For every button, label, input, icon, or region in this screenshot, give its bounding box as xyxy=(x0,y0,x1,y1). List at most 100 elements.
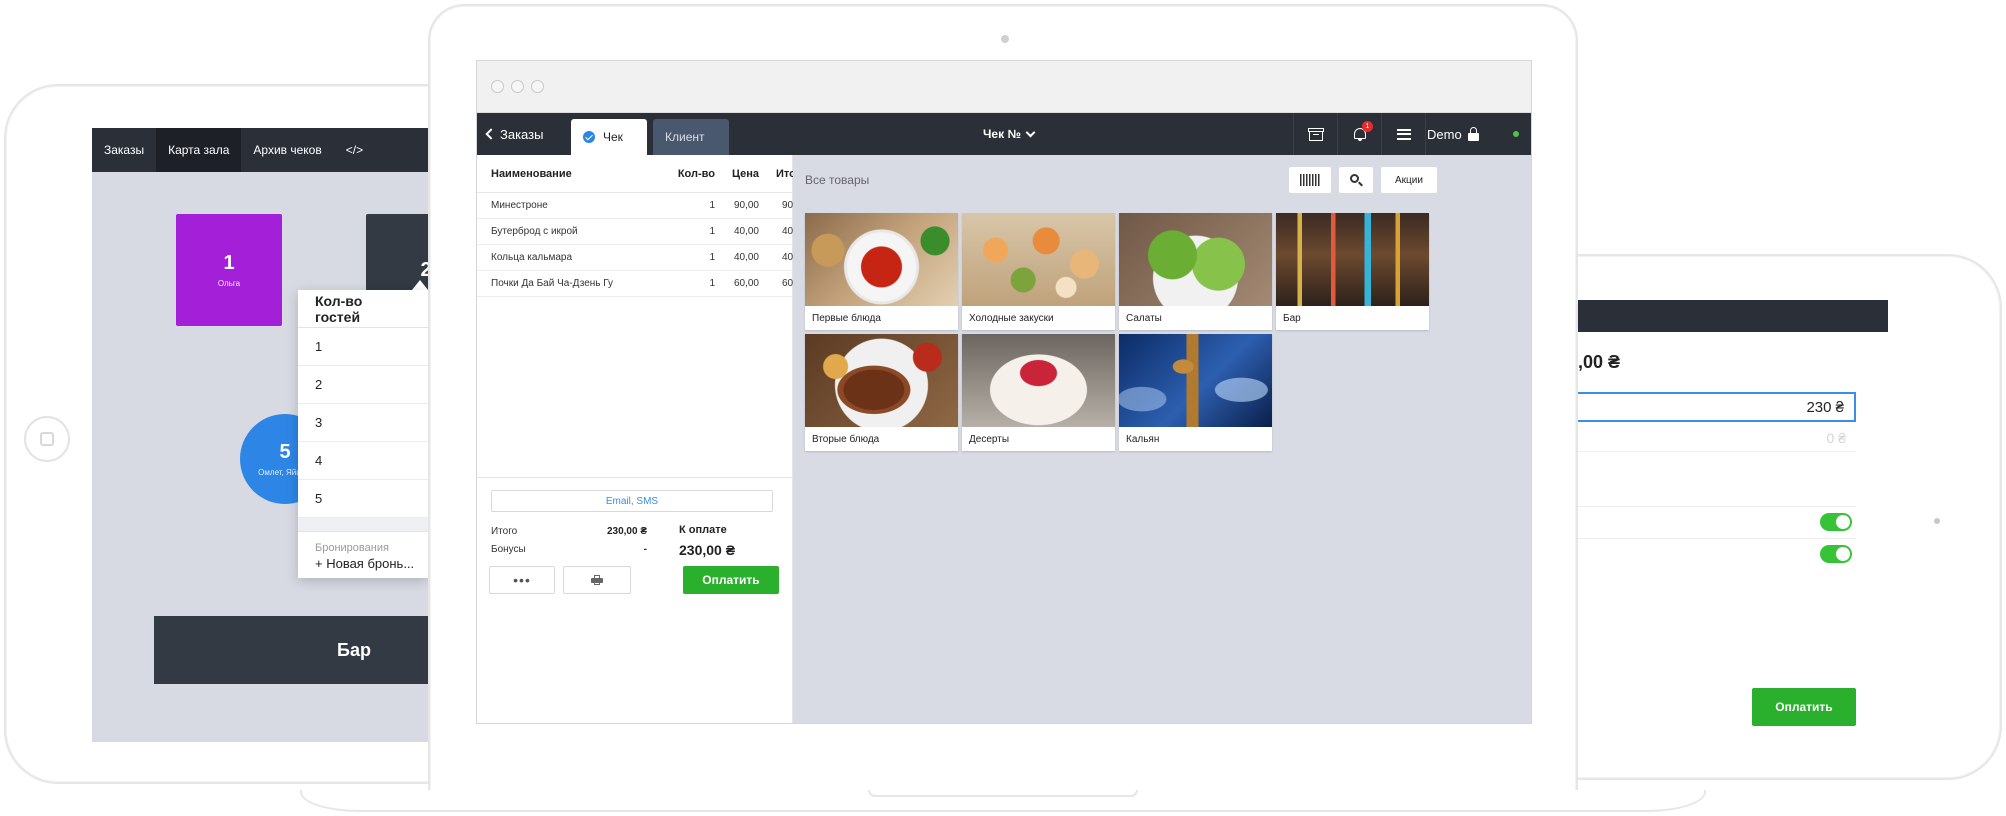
cash-amount-input[interactable]: 230 ₴ xyxy=(1578,392,1856,422)
order-row[interactable]: Минестроне 1 90,00 90,00 xyxy=(477,193,807,219)
to-pay-value: 230,00 ₴ xyxy=(679,542,736,558)
receipt-number-dropdown[interactable]: Чек № xyxy=(983,113,1036,155)
menu-icon xyxy=(1396,128,1411,140)
lock-icon xyxy=(1467,127,1479,141)
category-grid: Первые блюда Холодные закуски Салаты Бар… xyxy=(805,213,1429,451)
nav-receipt-archive[interactable]: Архив чеков xyxy=(241,128,333,172)
browser-window: Заказы Чек Клиент Чек № 1 Demo Наименова… xyxy=(476,60,1532,724)
tab-receipt[interactable]: Чек xyxy=(571,119,647,155)
category-card[interactable]: Салаты xyxy=(1119,213,1272,330)
category-card[interactable]: Бар xyxy=(1276,213,1429,330)
option-toggle[interactable] xyxy=(1820,513,1852,531)
promotions-button[interactable]: Акции xyxy=(1381,167,1437,193)
category-image xyxy=(1119,213,1272,306)
category-label: Кальян xyxy=(1126,433,1160,445)
item-qty: 1 xyxy=(709,278,715,289)
category-image xyxy=(962,213,1115,306)
table-number: 1 xyxy=(223,252,235,274)
tab-label: Чек xyxy=(603,130,623,144)
guest-count-option[interactable]: 2 xyxy=(298,366,428,404)
order-row[interactable]: Бутерброд с икрой 1 40,00 40,00 xyxy=(477,219,807,245)
floor-nav: Заказы Карта зала Архив чеков </> xyxy=(92,128,428,172)
item-price: 40,00 xyxy=(733,226,759,237)
guest-count-option[interactable]: 5 xyxy=(298,480,428,518)
more-options-button[interactable]: ••• xyxy=(489,566,555,594)
search-button[interactable] xyxy=(1339,167,1373,193)
archive-button[interactable] xyxy=(1293,113,1337,155)
category-card[interactable]: Первые блюда xyxy=(805,213,958,330)
category-card[interactable]: Десерты xyxy=(962,334,1115,451)
nav-orders[interactable]: Заказы xyxy=(92,128,156,172)
order-panel: Наименование Кол-во Цена Итого Минестрон… xyxy=(477,155,807,723)
window-chrome xyxy=(477,61,1531,113)
item-qty: 1 xyxy=(709,200,715,211)
to-pay-label: К оплате xyxy=(679,524,727,536)
catalog-panel: Все товары Акции Первые блюда Холодные з… xyxy=(793,155,1531,723)
pay-button[interactable]: Оплатить xyxy=(1752,688,1856,726)
payment-header xyxy=(1578,300,1888,332)
order-row[interactable]: Кольца кальмара 1 40,00 40,00 xyxy=(477,245,807,271)
table-1[interactable]: 1 Ольга xyxy=(176,214,282,326)
bar-area[interactable]: Бар xyxy=(154,616,428,684)
guests-popover-title: Кол-во гостей xyxy=(298,290,428,328)
user-name: Demo xyxy=(1427,126,1462,142)
order-table-header: Наименование Кол-во Цена Итого xyxy=(477,155,807,193)
close-window-button[interactable] xyxy=(491,80,504,93)
category-card[interactable]: Кальян xyxy=(1119,334,1272,451)
print-button[interactable] xyxy=(563,566,631,594)
item-qty: 1 xyxy=(709,252,715,263)
notification-badge: 1 xyxy=(1362,121,1373,132)
receipt-title: Чек № xyxy=(983,127,1021,141)
pay-button[interactable]: Оплатить xyxy=(683,566,779,594)
item-name: Почки Да Бай Ча-Дзень Гу xyxy=(491,278,614,289)
item-price: 60,00 xyxy=(733,278,759,289)
new-booking-link[interactable]: + Новая бронь... xyxy=(298,554,428,573)
back-button[interactable]: Заказы xyxy=(485,113,543,155)
item-price: 90,00 xyxy=(733,200,759,211)
table-guest: Ольга xyxy=(217,279,241,288)
category-card[interactable]: Холодные закуски xyxy=(962,213,1115,330)
item-price: 40,00 xyxy=(733,252,759,263)
more-icon: ••• xyxy=(513,572,531,588)
guest-count-option[interactable]: 1 xyxy=(298,328,428,366)
guests-popover: Кол-во гостей 1 2 3 4 5 Бронирования + Н… xyxy=(298,290,428,578)
printer-icon xyxy=(591,575,603,585)
laptop-camera xyxy=(1001,35,1009,43)
minimize-window-button[interactable] xyxy=(511,80,524,93)
guest-count-option[interactable]: 3 xyxy=(298,404,428,442)
item-qty: 1 xyxy=(709,226,715,237)
nav-floor-map[interactable]: Карта зала xyxy=(156,128,242,172)
category-image xyxy=(805,334,958,427)
bonus-label: Бонусы xyxy=(491,544,526,555)
chevron-down-icon xyxy=(1025,127,1036,137)
order-footer: Email, SMS Итого 230,00 ₴ Бонусы - К опл… xyxy=(477,477,793,723)
category-label: Вторые блюда xyxy=(812,433,880,445)
nav-code-icon[interactable]: </> xyxy=(334,128,375,172)
menu-button[interactable] xyxy=(1381,113,1425,155)
order-row[interactable]: Почки Да Бай Ча-Дзень Гу 1 60,00 60,00 xyxy=(477,271,807,297)
popover-arrow xyxy=(412,280,428,290)
category-label: Первые блюда xyxy=(812,312,881,324)
item-name: Бутерброд с икрой xyxy=(491,226,578,237)
guest-count-option[interactable]: 4 xyxy=(298,442,428,480)
notifications-button[interactable]: 1 xyxy=(1337,113,1381,155)
option-toggle[interactable] xyxy=(1820,545,1852,563)
user-menu[interactable]: Demo xyxy=(1427,113,1479,155)
email-sms-button[interactable]: Email, SMS xyxy=(491,490,773,512)
table-number: 2 xyxy=(420,258,428,281)
right-tablet-screen: ,00 ₴ 230 ₴ 0 ₴ Оплатить xyxy=(1578,300,1888,744)
check-icon xyxy=(583,131,595,143)
barcode-button[interactable] xyxy=(1289,167,1331,193)
category-image xyxy=(962,334,1115,427)
category-card[interactable]: Вторые блюда xyxy=(805,334,958,451)
payment-amount: ,00 ₴ xyxy=(1578,352,1621,372)
tab-client[interactable]: Клиент xyxy=(653,119,729,155)
category-image xyxy=(1276,213,1429,306)
card-amount-input[interactable]: 0 ₴ xyxy=(1578,426,1856,452)
category-label: Холодные закуски xyxy=(969,312,1054,324)
maximize-window-button[interactable] xyxy=(531,80,544,93)
popover-divider xyxy=(298,518,428,532)
table-number: 5 xyxy=(279,441,291,463)
option-row xyxy=(1578,506,1856,536)
total-value: 230,00 ₴ xyxy=(606,526,647,537)
